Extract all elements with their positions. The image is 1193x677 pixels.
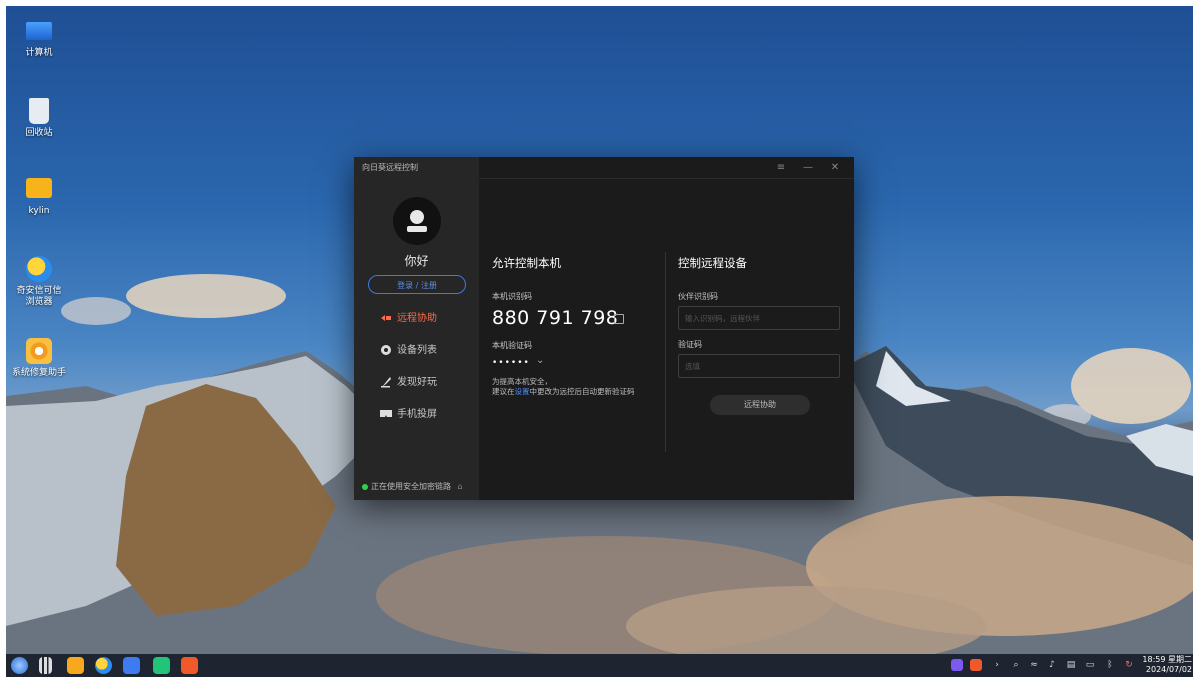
login-register-button[interactable]: 登录 / 注册 [368, 275, 466, 294]
secure-text: 正在使用安全加密链路 [371, 482, 451, 491]
nav-discover[interactable]: 发现好玩 [380, 376, 437, 390]
tray-sunlogin-icon[interactable] [970, 659, 982, 671]
local-id-label: 本机识别码 [492, 292, 532, 301]
secure-link-status: 正在使用安全加密链路 ⌂ [362, 481, 463, 492]
remote-control-heading: 控制远程设备 [678, 256, 747, 270]
kylin-start-icon[interactable] [11, 657, 28, 674]
allow-control-heading: 允许控制本机 [492, 256, 561, 270]
main-panel: 向日葵远程控制 ≡ — ✕ 允许控制本机 本机识别码 880 791 798 本… [362, 157, 854, 500]
desktop-icon-repair[interactable]: 系统修复助手 [6, 338, 72, 379]
discover-icon [380, 376, 392, 388]
battery-icon[interactable]: ▭ [1084, 659, 1096, 671]
trash-icon [29, 98, 49, 124]
search-icon[interactable]: ⌕ [1010, 659, 1022, 671]
nav-label: 远程协助 [397, 313, 437, 324]
nav-label: 手机投屏 [397, 409, 437, 420]
nav-device-list[interactable]: 设备列表 [380, 344, 437, 358]
minimize-icon[interactable]: — [800, 160, 816, 176]
browser-icon [26, 256, 52, 282]
nav-remote-assist[interactable]: 远程协助 [380, 312, 437, 326]
desktop-icon-label: 回收站 [25, 128, 53, 138]
desktop-icon-label: kylin [28, 206, 50, 216]
local-code-label: 本机验证码 [492, 341, 532, 350]
device-list-icon [380, 344, 392, 356]
avatar[interactable] [393, 197, 441, 245]
folder-icon [26, 178, 52, 198]
nav-screen-cast[interactable]: 手机投屏 [380, 408, 437, 422]
file-manager-icon[interactable] [67, 657, 84, 674]
multitask-icon[interactable] [39, 657, 52, 674]
panel-divider [665, 252, 666, 452]
nav-label: 发现好玩 [397, 377, 437, 388]
desktop-icon-trash[interactable]: 回收站 [6, 98, 72, 139]
remote-assist-button[interactable]: 远程协助 [710, 395, 810, 415]
desktop-icon-label: 系统修复助手 [11, 368, 66, 378]
menu-icon[interactable]: ≡ [773, 160, 789, 176]
settings-link[interactable]: 设置 [515, 387, 530, 396]
chevron-down-icon[interactable]: ⌄ [536, 355, 544, 366]
partner-id-label: 伙伴识别码 [678, 292, 718, 301]
security-hint: 为提高本机安全， 建议在设置中更改为远控后自动更新验证码 [492, 377, 635, 397]
wifi-icon[interactable]: ≈ [1028, 659, 1040, 671]
partner-id-input[interactable] [678, 306, 840, 330]
volume-icon[interactable]: ♪ [1046, 659, 1058, 671]
desktop-icon-kylin-folder[interactable]: kylin [6, 178, 72, 217]
verify-code-input[interactable] [678, 354, 840, 378]
clock-time: 18:59 星期二 [1142, 655, 1192, 664]
computer-icon [26, 22, 52, 40]
nav-label: 设备列表 [397, 345, 437, 356]
bluetooth-icon[interactable]: ᛒ [1104, 659, 1116, 671]
desktop-icon-browser[interactable]: 奇安信可信浏览器 [6, 256, 72, 308]
greeting: 你好 [404, 254, 429, 268]
copy-icon[interactable] [614, 314, 624, 324]
hint-line-1: 为提高本机安全， [492, 377, 552, 386]
keyboard-icon[interactable]: ▤ [1065, 659, 1077, 671]
browser-icon[interactable] [95, 657, 112, 674]
clock-date: 2024/07/02 [1145, 665, 1192, 674]
hint-line-2: 建议在设置中更改为远控后自动更新验证码 [492, 387, 635, 396]
notification-icon[interactable]: ↻ [1123, 659, 1135, 671]
chevron-right-icon[interactable]: › [991, 659, 1003, 671]
local-id-value: 880 791 798 [492, 307, 619, 329]
verify-code-label: 验证码 [678, 340, 702, 349]
close-icon[interactable]: ✕ [827, 160, 843, 176]
local-code-value: •••••• [492, 358, 530, 368]
taskbar: › ⌕ ≈ ♪ ▤ ▭ ᛒ ↻ 18:59 星期二 2024/07/02 [6, 654, 1193, 677]
window-title: 向日葵远程控制 [362, 163, 418, 172]
clock[interactable]: 18:59 星期二 2024/07/02 [1142, 655, 1192, 675]
remote-assist-icon [380, 312, 392, 324]
sidebar: 你好 登录 / 注册 远程协助 设备列表 发现好玩 手机投屏 正在使用安全加密链… [354, 157, 479, 500]
lock-icon[interactable]: ⌂ [458, 482, 463, 491]
desktop-icon-label: 计算机 [25, 48, 53, 58]
desktop-icon-computer[interactable]: 计算机 [6, 22, 72, 59]
wps-icon[interactable] [123, 657, 140, 674]
tray-app-icon[interactable] [951, 659, 963, 671]
sunlogin-window: 你好 登录 / 注册 远程协助 设备列表 发现好玩 手机投屏 正在使用安全加密链… [354, 157, 854, 500]
desktop-icon-label: 奇安信可信浏览器 [16, 286, 62, 307]
repair-icon [26, 338, 52, 364]
titlebar-divider [479, 178, 854, 179]
store-icon[interactable] [153, 657, 170, 674]
user-icon [407, 210, 427, 232]
sunlogin-icon[interactable] [181, 657, 198, 674]
screen-cast-icon [380, 408, 392, 420]
secure-status-dot [362, 483, 368, 490]
